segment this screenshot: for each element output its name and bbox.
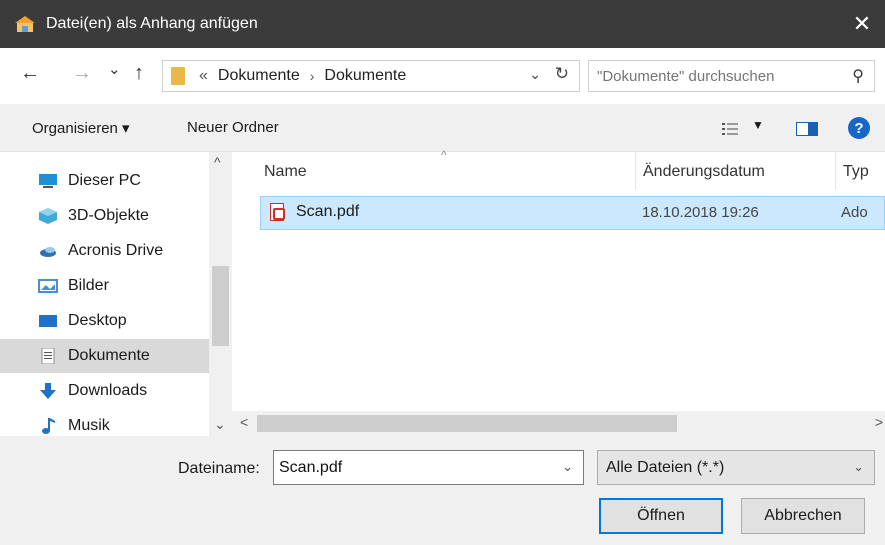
- title-bar: Datei(en) als Anhang anfügen ✕: [0, 0, 885, 48]
- address-bar[interactable]: « Dokumente › Dokumente ⌄ ↻: [162, 60, 580, 92]
- dialog-footer: Dateiname: ⌄ Alle Dateien (*.*) ⌄ Öffnen…: [0, 436, 885, 545]
- column-divider[interactable]: [835, 152, 836, 190]
- sort-ascending-icon: ^: [441, 148, 447, 162]
- documents-icon: [38, 347, 58, 365]
- breadcrumb-separator[interactable]: ›: [310, 68, 315, 84]
- nav-item-label: Downloads: [68, 382, 148, 399]
- computer-icon: [38, 173, 58, 189]
- address-row: ← → ⌄ ↑ « Dokumente › Dokumente ⌄ ↻ ⚲: [0, 48, 885, 104]
- close-button[interactable]: ✕: [839, 0, 885, 48]
- file-name: Scan.pdf: [296, 203, 360, 220]
- file-row[interactable]: Scan.pdf 18.10.2018 19:26 Ado: [260, 196, 885, 230]
- nav-item-label: Dieser PC: [68, 172, 141, 189]
- pictures-icon: [38, 278, 58, 294]
- scroll-thumb[interactable]: [212, 266, 229, 346]
- nav-item-label: Bilder: [68, 277, 109, 294]
- address-dropdown-icon[interactable]: ⌄: [529, 66, 541, 83]
- pdf-file-icon: [270, 203, 285, 221]
- chevron-down-icon[interactable]: ⌄: [562, 459, 573, 475]
- nav-item-label: Dokumente: [68, 347, 150, 364]
- cancel-button[interactable]: Abbrechen: [741, 498, 865, 534]
- file-date: 18.10.2018 19:26: [642, 204, 759, 221]
- nav-item-pictures[interactable]: Bilder: [0, 269, 209, 303]
- drive-icon: [38, 243, 58, 259]
- file-type: Ado: [841, 204, 868, 221]
- horizontal-scrollbar[interactable]: < >: [232, 411, 885, 436]
- breadcrumb-item[interactable]: Dokumente: [218, 67, 300, 85]
- scroll-right-icon[interactable]: >: [875, 414, 883, 430]
- scroll-thumb[interactable]: [257, 415, 677, 432]
- column-header-type[interactable]: Typ: [843, 152, 869, 192]
- preview-pane-icon[interactable]: [796, 122, 818, 136]
- nav-item-desktop[interactable]: Desktop: [0, 304, 209, 338]
- window-title: Datei(en) als Anhang anfügen: [46, 15, 258, 32]
- file-type-select[interactable]: Alle Dateien (*.*) ⌄: [597, 450, 875, 485]
- organize-button[interactable]: Organisieren ▾: [32, 119, 130, 137]
- scroll-left-icon[interactable]: <: [240, 414, 248, 430]
- nav-item-label: Acronis Drive: [68, 242, 164, 259]
- view-options-icon[interactable]: [722, 122, 738, 136]
- filename-combobox[interactable]: ⌄: [273, 450, 584, 485]
- nav-item-documents[interactable]: Dokumente: [0, 339, 209, 373]
- folder-icon: [171, 67, 185, 85]
- desktop-icon: [38, 313, 58, 329]
- navigation-pane: Dieser PC 3D-Objekte Acronis Drive Bilde…: [0, 152, 232, 436]
- view-dropdown-icon[interactable]: ▼: [752, 118, 764, 132]
- chevron-down-icon[interactable]: ⌄: [853, 459, 864, 475]
- search-icon[interactable]: ⚲: [852, 66, 864, 86]
- scroll-up-icon[interactable]: ^: [214, 154, 221, 170]
- nav-item-label: 3D-Objekte: [68, 207, 149, 224]
- nav-item-label: Musik: [68, 417, 110, 434]
- nav-item-acronis-drive[interactable]: Acronis Drive: [0, 234, 209, 268]
- downloads-icon: [38, 383, 58, 399]
- column-header-date[interactable]: Änderungsdatum: [643, 152, 765, 192]
- open-button[interactable]: Öffnen: [599, 498, 723, 534]
- nav-scrollbar[interactable]: ^ ⌄: [209, 152, 232, 436]
- 3d-objects-icon: [38, 208, 58, 224]
- column-header-name[interactable]: Name: [264, 152, 307, 192]
- help-icon[interactable]: ?: [848, 117, 870, 139]
- column-divider[interactable]: [635, 152, 636, 190]
- recent-locations-button[interactable]: ⌄: [108, 60, 121, 78]
- back-button[interactable]: ←: [20, 62, 40, 85]
- nav-item-this-pc[interactable]: Dieser PC: [0, 164, 209, 198]
- filename-input[interactable]: [279, 458, 549, 477]
- app-icon: [14, 15, 36, 33]
- nav-item-3d-objects[interactable]: 3D-Objekte: [0, 199, 209, 233]
- filename-label: Dateiname:: [178, 460, 260, 477]
- search-box[interactable]: ⚲: [588, 60, 875, 92]
- breadcrumb-item[interactable]: Dokumente: [324, 67, 406, 85]
- new-folder-button[interactable]: Neuer Ordner: [187, 119, 279, 136]
- forward-button[interactable]: →: [72, 62, 92, 85]
- file-type-value: Alle Dateien (*.*): [606, 458, 725, 476]
- nav-item-label: Desktop: [68, 312, 127, 329]
- nav-item-downloads[interactable]: Downloads: [0, 374, 209, 408]
- refresh-icon[interactable]: ↻: [555, 64, 569, 84]
- file-list: ^ Name Änderungsdatum Typ Scan.pdf 18.10…: [232, 148, 885, 436]
- music-icon: [38, 418, 58, 434]
- up-button[interactable]: ↑: [134, 62, 144, 85]
- search-input[interactable]: [597, 67, 837, 85]
- breadcrumb-overflow[interactable]: «: [199, 67, 208, 85]
- toolbar: Organisieren ▾ Neuer Ordner ▼ ?: [0, 104, 885, 152]
- scroll-down-icon[interactable]: ⌄: [214, 416, 226, 433]
